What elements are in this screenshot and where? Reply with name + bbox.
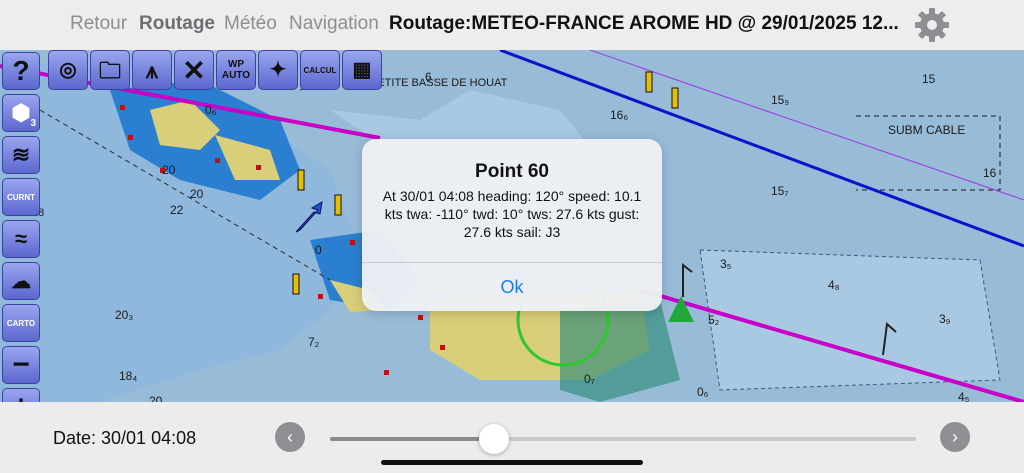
timeline-thumb[interactable]	[479, 424, 509, 454]
timeline-fill	[330, 437, 494, 441]
point-info-dialog: Point 60 At 30/01 04:08 heading: 120° sp…	[362, 139, 662, 311]
dialog-message: At 30/01 04:08 heading: 120° speed: 10.1…	[382, 188, 642, 240]
compass-divider-icon: ⩚	[145, 57, 159, 83]
depth-48: 4₈	[828, 278, 840, 292]
depth-157: 15₇	[771, 184, 789, 198]
waypoint-count: 3	[30, 118, 36, 129]
depth-166: 16₆	[610, 108, 629, 122]
depth-39: 3₉	[939, 312, 951, 326]
wind-icon: ≋	[11, 142, 31, 167]
depth-16: 16	[983, 166, 997, 180]
depth-07: 0₇	[584, 372, 595, 386]
depth-0: 0	[315, 243, 322, 257]
date-label: Date: 30/01 04:08	[53, 428, 197, 448]
cloud-rain-icon: ☁	[11, 270, 31, 293]
table-icon: ▦	[352, 58, 372, 81]
wp-auto-button[interactable]: WP AUTO	[216, 50, 256, 90]
chart-label-subm-cable: SUBM CABLE	[888, 123, 966, 137]
previous-step-button[interactable]: ‹	[275, 422, 305, 452]
open-file-button[interactable]: 🗀	[90, 50, 130, 90]
carto-button[interactable]: CARTO	[2, 304, 40, 342]
depth-72: 7₂	[308, 335, 320, 349]
back-tab[interactable]: Retour	[70, 13, 127, 35]
depth-15: 15	[922, 72, 936, 86]
routing-tab[interactable]: Routage	[139, 13, 215, 35]
depth-52: 5₂	[708, 313, 720, 327]
chart-label-petite-basse: PETITE BASSE DE HOUAT	[370, 77, 508, 89]
grib-layer-button[interactable]: ◎	[48, 50, 88, 90]
depth-203: 20₃	[115, 308, 134, 322]
timeline-slider[interactable]	[330, 424, 916, 454]
home-indicator	[381, 460, 643, 465]
waves-button[interactable]: ≈	[2, 220, 40, 258]
delete-route-button[interactable]: ✕	[174, 50, 214, 90]
zoom-out-button[interactable]: −	[2, 346, 40, 384]
table-view-button[interactable]: ▦	[342, 50, 382, 90]
chevron-right-icon: ›	[952, 426, 958, 447]
compass-tool-button[interactable]: ⩚	[132, 50, 172, 90]
depth-06b: 0₆	[205, 103, 217, 117]
current-button[interactable]: CURNT	[2, 178, 40, 216]
bottom-bar: Date: 30/01 04:08 ‹ ›	[0, 402, 1024, 473]
map-pin-icon: ⬢	[11, 100, 31, 125]
next-step-button[interactable]: ›	[940, 422, 970, 452]
magic-wand-icon: ✦	[269, 58, 287, 81]
calcul-button[interactable]: CALCUL	[300, 50, 340, 90]
chevron-left-icon: ‹	[287, 426, 293, 447]
dialog-title: Point 60	[475, 161, 549, 182]
depth-22: 22	[170, 203, 184, 217]
rain-button[interactable]: ☁	[2, 262, 40, 300]
folder-icon: 🗀	[98, 57, 121, 83]
depth-20b: 20	[190, 187, 204, 201]
close-icon: ✕	[182, 54, 206, 86]
depth-184: 18₄	[119, 369, 138, 383]
weather-tab[interactable]: Météo	[224, 13, 277, 35]
ok-button[interactable]: Ok	[362, 263, 662, 311]
depth-6: 6	[425, 70, 432, 84]
help-button[interactable]: ?	[2, 52, 40, 90]
waypoint-button[interactable]: ⬢ 3	[2, 94, 40, 132]
globe-waves-icon: ◎	[59, 58, 77, 81]
depth-20c: 20	[149, 394, 163, 402]
depth-06: 0₆	[697, 385, 709, 399]
depth-20a: 20	[162, 163, 176, 177]
top-nav-bar: Retour Routage Météo Navigation Routage:…	[0, 0, 1024, 50]
navigation-tab[interactable]: Navigation	[289, 13, 379, 35]
page-title: Routage:METEO-FRANCE AROME HD @ 29/01/20…	[389, 13, 899, 34]
depth-159: 15₉	[771, 93, 790, 107]
waves-icon: ≈	[14, 226, 28, 251]
depth-45: 4₅	[958, 390, 970, 402]
wind-button[interactable]: ≋	[2, 136, 40, 174]
depth-35: 3₅	[720, 257, 732, 271]
magic-wand-button[interactable]: ✦	[258, 50, 298, 90]
gear-icon[interactable]	[912, 5, 952, 45]
